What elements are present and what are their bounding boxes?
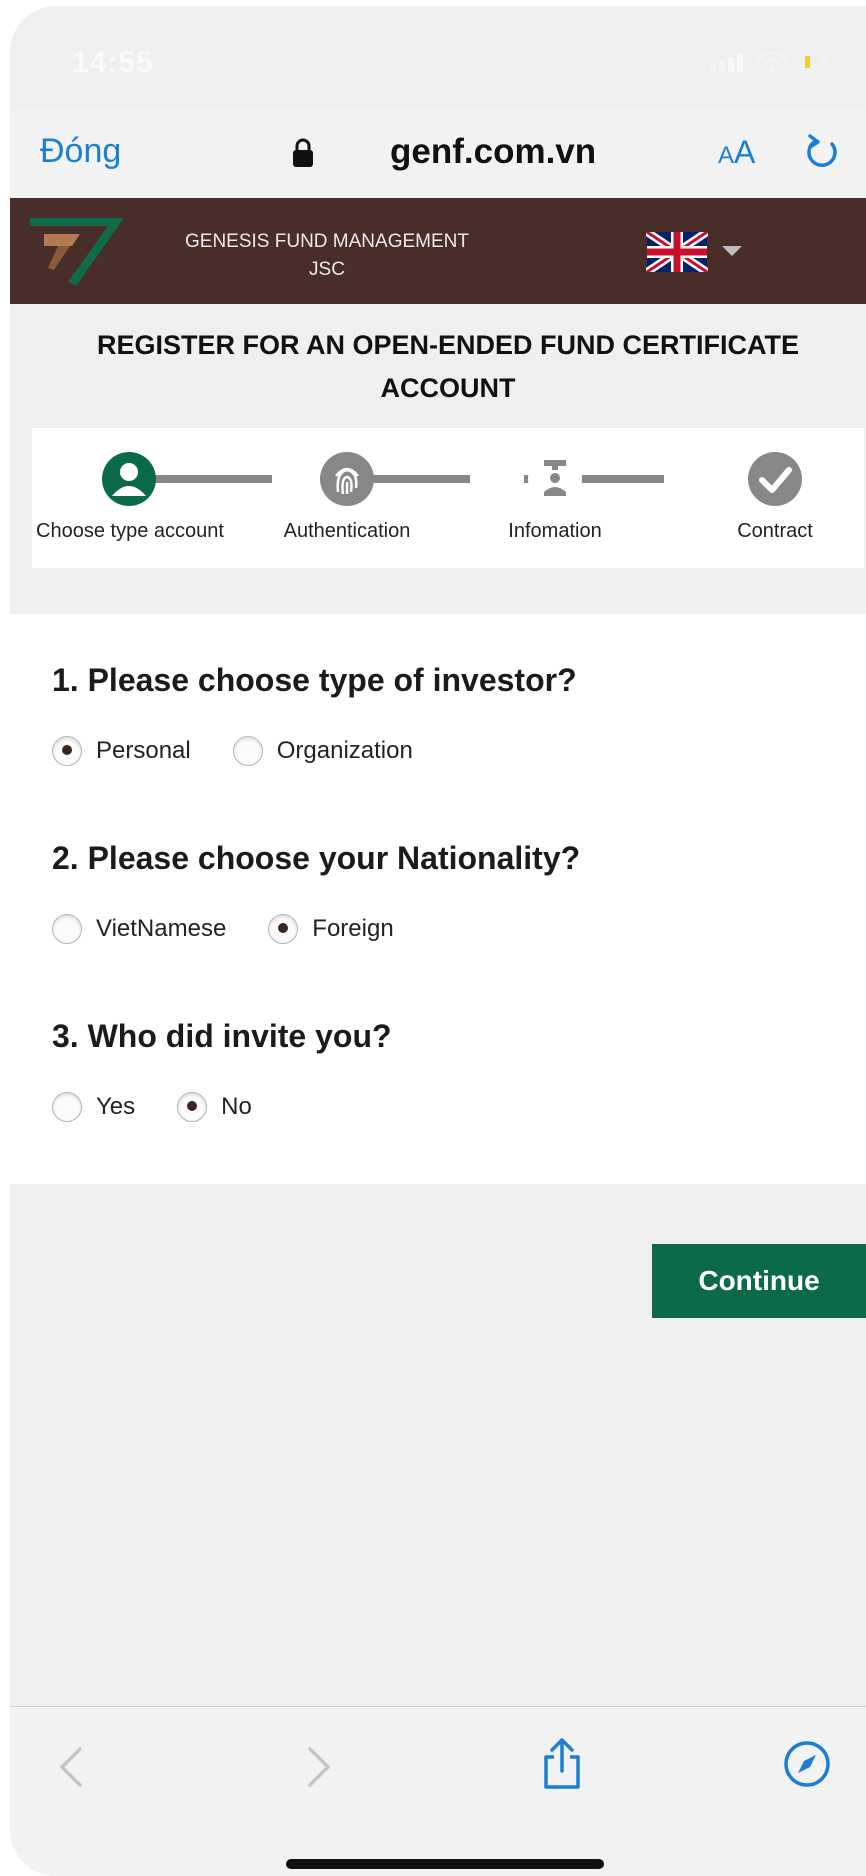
site-header: GENESIS FUND MANAGEMENT JSC (10, 198, 866, 304)
battery-icon (800, 51, 850, 73)
question-investor-type: 1. Please choose type of investor? (52, 662, 577, 698)
phone-screen: 14:55 Đóng genf.com.vn AA GENESIS FUND M… (10, 6, 866, 1876)
invite-options: Yes No (52, 1092, 294, 1122)
nationality-options: VietNamese Foreign (52, 914, 436, 944)
status-time: 14:55 (72, 46, 154, 79)
radio-vietnamese[interactable] (52, 914, 82, 944)
question-nationality: 2. Please choose your Nationality? (52, 840, 581, 876)
compass-icon[interactable] (782, 1739, 832, 1789)
question-invite: 3. Who did invite you? (52, 1018, 392, 1054)
step-2-circle (320, 452, 374, 506)
forward-icon[interactable] (304, 1745, 334, 1789)
check-icon (759, 467, 792, 493)
page-title-line1: REGISTER FOR AN OPEN-ENDED FUND CERTIFIC… (96, 330, 799, 360)
company-name-line2: JSC (309, 259, 345, 280)
label-no: No (221, 1093, 252, 1120)
text-size-button[interactable]: AA (718, 134, 755, 171)
company-name-line1: GENESIS FUND MANAGEMENT (185, 231, 469, 252)
share-icon[interactable] (540, 1737, 584, 1791)
label-personal: Personal (96, 737, 191, 764)
status-icons (710, 50, 856, 74)
text-size-small-glyph: A (718, 142, 735, 169)
step-label-choose-type: Choose type account (36, 520, 224, 542)
step-label-contract: Contract (737, 520, 813, 542)
step-3-circle (528, 452, 582, 506)
info-person-icon (544, 460, 566, 496)
lock-icon (293, 138, 313, 167)
label-vietnamese: VietNamese (96, 915, 227, 942)
url-text[interactable]: genf.com.vn (390, 132, 596, 172)
page-title: REGISTER FOR AN OPEN-ENDED FUND CERTIFIC… (30, 324, 866, 410)
continue-button[interactable]: Continue (652, 1244, 866, 1318)
home-indicator (286, 1859, 604, 1869)
option-foreign[interactable]: Foreign (268, 914, 394, 944)
company-name: GENESIS FUND MANAGEMENT JSC (172, 228, 482, 284)
step-4-circle (748, 452, 802, 506)
option-no[interactable]: No (177, 1092, 252, 1122)
step-label-authentication: Authentication (283, 520, 411, 542)
option-yes[interactable]: Yes (52, 1092, 135, 1122)
progress-stepper: Choose type account Authentication Infom… (32, 428, 864, 568)
wifi-icon (757, 51, 787, 73)
fingerprint-icon (335, 467, 359, 495)
radio-yes[interactable] (52, 1092, 82, 1122)
radio-foreign[interactable] (268, 914, 299, 944)
step-1-circle (102, 452, 156, 506)
uk-flag-icon[interactable] (646, 232, 708, 272)
person-icon (112, 463, 146, 496)
step-label-information: Infomation (508, 520, 602, 542)
done-button[interactable]: Đóng (40, 132, 121, 171)
radio-organization[interactable] (232, 736, 263, 766)
investor-form: 1. Please choose type of investor? Perso… (10, 614, 866, 1184)
browser-toolbar (10, 1706, 866, 1876)
text-size-large-glyph: A (734, 134, 756, 170)
label-foreign: Foreign (312, 915, 394, 942)
investor-type-options: Personal Organization (52, 736, 455, 766)
label-organization: Organization (276, 737, 413, 764)
reload-icon[interactable] (804, 132, 840, 172)
genesis-logo-icon[interactable] (28, 216, 128, 288)
radio-personal[interactable] (52, 736, 82, 766)
language-caret-icon[interactable] (722, 246, 742, 256)
browser-bar: Đóng genf.com.vn AA (10, 110, 866, 200)
option-personal[interactable]: Personal (52, 736, 191, 766)
page-title-line2: ACCOUNT (380, 373, 516, 403)
option-organization[interactable]: Organization (232, 736, 413, 766)
label-yes: Yes (96, 1093, 136, 1120)
signal-icon (710, 53, 743, 72)
back-icon[interactable] (56, 1745, 86, 1789)
option-vietnamese[interactable]: VietNamese (52, 914, 226, 944)
radio-no[interactable] (177, 1092, 208, 1122)
